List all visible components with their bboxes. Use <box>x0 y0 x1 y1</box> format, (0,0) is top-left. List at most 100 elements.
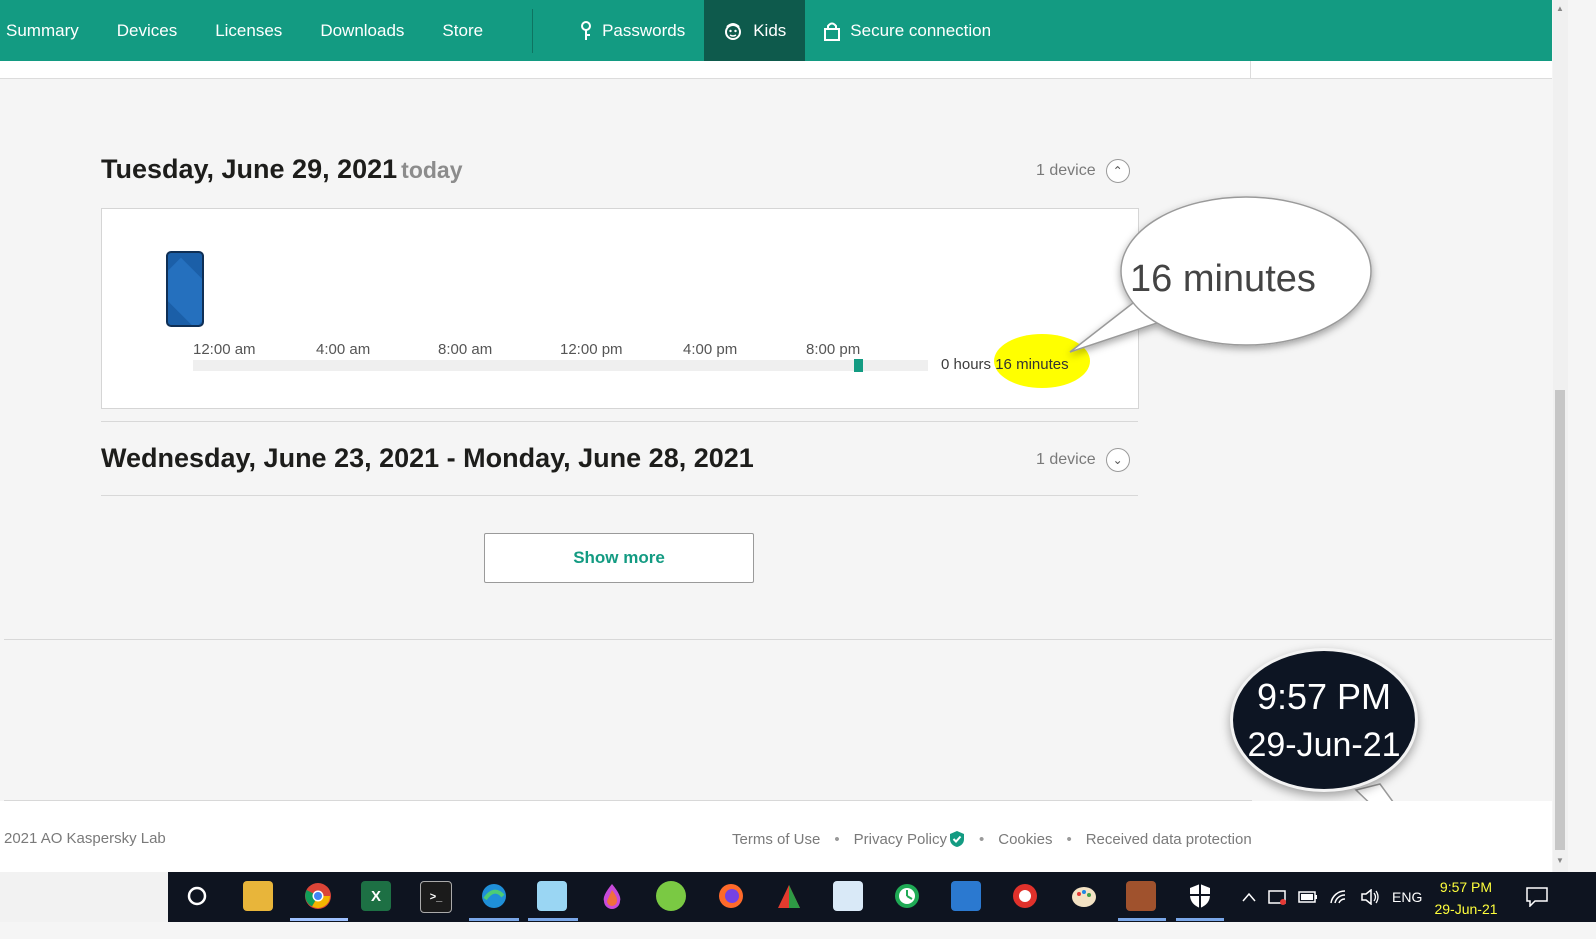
today-heading: Tuesday, June 29, 2021 today <box>101 154 463 185</box>
notification-icon[interactable] <box>1526 887 1548 907</box>
app-box-icon[interactable] <box>1126 881 1156 911</box>
show-more-button[interactable]: Show more <box>484 533 754 583</box>
privacy-policy-link[interactable]: Privacy Policy <box>854 831 947 848</box>
app-red-icon[interactable] <box>1010 881 1040 911</box>
smartphone-icon <box>166 251 204 327</box>
nav-secure-connection[interactable]: Secure connection <box>805 0 1010 61</box>
terms-of-use-link[interactable]: Terms of Use <box>732 831 820 848</box>
terminal-icon[interactable]: >_ <box>420 881 452 913</box>
app-green-icon[interactable] <box>656 881 686 911</box>
usage-card <box>101 208 1139 409</box>
taskbar-clock[interactable]: 9:57 PM 29-Jun-21 <box>1424 874 1508 922</box>
security-icon[interactable] <box>1185 881 1215 911</box>
today-device-count-label: 1 device <box>1036 162 1096 179</box>
footer-links: Terms of Use • Privacy Policy • Cookies … <box>732 830 1252 848</box>
nav-store[interactable]: Store <box>423 0 502 61</box>
nav-licenses-label: Licenses <box>215 20 283 40</box>
excel-icon[interactable]: X <box>361 881 391 911</box>
kids-icon <box>723 21 743 41</box>
taskbar-search-box[interactable] <box>0 872 168 922</box>
clock-callout-date: 29-Jun-21 <box>1247 726 1401 764</box>
usage-total-hours: 0 hours <box>941 356 992 373</box>
wifi-icon[interactable] <box>1330 890 1348 904</box>
footer-copyright: 2021 AO Kaspersky Lab <box>4 830 166 847</box>
shield-check-icon <box>949 830 965 848</box>
windows-taskbar: X >_ ENG <box>0 872 1596 922</box>
nav-divider <box>532 8 534 53</box>
time-label-8am: 8:00 am <box>438 341 493 358</box>
nav-summary[interactable]: Summary <box>0 0 98 61</box>
time-label-12pm: 12:00 pm <box>560 341 623 358</box>
range-device-count[interactable]: 1 device ⌄ <box>1036 448 1130 472</box>
cortana-icon[interactable] <box>182 881 212 911</box>
time-label-4am: 4:00 am <box>316 341 371 358</box>
usage-timeline <box>193 359 928 372</box>
bottom-strip <box>0 922 1596 939</box>
usage-segment <box>853 359 864 372</box>
usage-total-minutes: 16 minutes <box>995 356 1069 373</box>
volume-icon[interactable] <box>1360 889 1380 905</box>
nav-licenses[interactable]: Licenses <box>196 0 301 61</box>
chevron-up-tray-icon[interactable] <box>1242 892 1256 902</box>
today-date: Tuesday, June 29, 2021 <box>101 154 398 184</box>
app-clock-icon[interactable] <box>892 881 922 911</box>
firefox-icon[interactable] <box>716 881 746 911</box>
security-active-indicator <box>1176 918 1224 921</box>
time-label-12am: 12:00 am <box>193 341 256 358</box>
scroll-down-icon[interactable]: ▼ <box>1556 856 1564 865</box>
nav-downloads-label: Downloads <box>320 20 405 40</box>
chevron-up-icon[interactable]: ⌃ <box>1105 159 1130 183</box>
box-active-indicator <box>1118 918 1166 921</box>
sub-header-divider <box>1250 61 1251 78</box>
paint-icon[interactable] <box>1069 881 1099 911</box>
battery-icon[interactable] <box>1298 891 1318 903</box>
system-tray: ENG <box>1236 872 1428 922</box>
chrome-icon[interactable] <box>303 881 333 911</box>
received-data-protection-link[interactable]: Received data protection <box>1086 831 1252 848</box>
edge-icon[interactable] <box>479 881 509 911</box>
key-icon <box>580 20 592 41</box>
edge-active-indicator <box>469 918 519 921</box>
nav-devices[interactable]: Devices <box>98 0 196 61</box>
notepad-icon[interactable] <box>537 881 567 911</box>
usage-total: 0 hours 16 minutes <box>941 356 1069 373</box>
nav-store-label: Store <box>442 20 484 40</box>
sync-tray-icon[interactable] <box>1268 889 1286 905</box>
app-chart-icon[interactable] <box>774 881 804 911</box>
clock-callout-time: 9:57 PM <box>1256 676 1392 717</box>
today-tag: today <box>401 157 463 183</box>
taskbar-clock-date: 29-Jun-21 <box>1434 901 1498 917</box>
photos-icon[interactable] <box>951 881 981 911</box>
clock-callout-bubble: 9:57 PM 29-Jun-21 <box>1230 648 1418 792</box>
notification-tray <box>1520 872 1554 922</box>
nav-downloads[interactable]: Downloads <box>301 0 423 61</box>
nav-summary-label: Summary <box>6 20 79 40</box>
language-indicator[interactable]: ENG <box>1392 889 1422 905</box>
footer-bullet: • <box>1066 830 1072 848</box>
notepad-active-indicator <box>528 918 578 921</box>
section-divider-bottom <box>101 495 1138 496</box>
range-device-count-label: 1 device <box>1036 451 1096 468</box>
minutes-callout-text: 16 minutes <box>1130 258 1316 300</box>
time-label-4pm: 4:00 pm <box>683 341 738 358</box>
time-label-8pm: 8:00 pm <box>806 341 861 358</box>
nav-devices-label: Devices <box>116 20 178 40</box>
nav-secure-label: Secure connection <box>850 20 992 40</box>
nav-kids[interactable]: Kids <box>704 0 806 61</box>
paint-drop-icon[interactable] <box>597 881 627 911</box>
chevron-down-icon[interactable]: ⌄ <box>1105 448 1130 472</box>
app-card-icon[interactable] <box>833 881 863 911</box>
nav-passwords[interactable]: Passwords <box>561 0 704 61</box>
scrollbar-thumb[interactable] <box>1555 390 1565 850</box>
cookies-link[interactable]: Cookies <box>998 831 1052 848</box>
top-navigation: Summary Devices Licenses Downloads Store… <box>0 0 1552 61</box>
chrome-active-indicator <box>290 918 348 921</box>
sub-header-bar <box>0 61 1552 79</box>
scroll-up-icon[interactable]: ▲ <box>1556 4 1564 13</box>
section-divider <box>101 421 1138 422</box>
footer-bullet: • <box>978 830 985 848</box>
today-device-count[interactable]: 1 device ⌃ <box>1036 159 1130 183</box>
file-explorer-icon[interactable] <box>243 881 273 911</box>
range-heading: Wednesday, June 23, 2021 - Monday, June … <box>101 443 754 473</box>
nav-kids-label: Kids <box>753 20 787 40</box>
